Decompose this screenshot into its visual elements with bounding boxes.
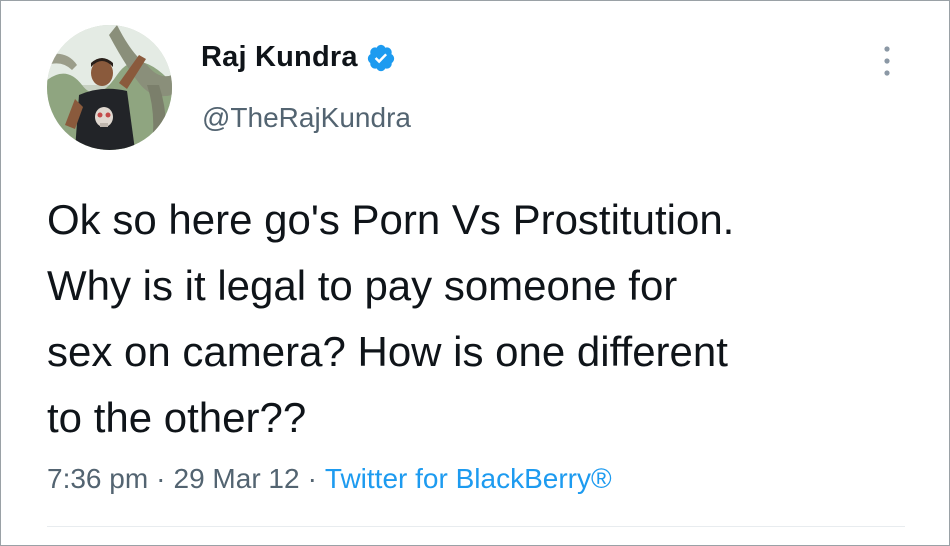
vertical-ellipsis-icon[interactable] (875, 41, 899, 81)
tweet-time[interactable]: 7:36 pm (47, 463, 148, 494)
author-name-row[interactable]: Raj Kundra (201, 41, 396, 74)
display-name[interactable]: Raj Kundra (201, 41, 358, 74)
tweet-metadata: 7:36 pm · 29 Mar 12 · Twitter for BlackBerry… (47, 463, 612, 495)
separator: · (307, 463, 317, 494)
tweet-text-line: sex on camera? How is one different (47, 328, 728, 375)
divider (47, 526, 905, 527)
avatar[interactable] (47, 25, 172, 150)
separator: · (156, 463, 166, 494)
tweet-text-line: Why is it legal to pay someone for (47, 262, 678, 309)
tweet-source-link[interactable]: Twitter for BlackBerry® (325, 463, 612, 494)
tweet-date[interactable]: 29 Mar 12 (174, 463, 300, 494)
profile-photo (47, 25, 172, 150)
author-handle[interactable]: @TheRajKundra (202, 102, 411, 134)
tweet-card: Raj Kundra @TheRajKundra Ok so here go's… (0, 0, 950, 546)
tweet-text-line: to the other?? (47, 394, 307, 441)
verified-badge-icon (366, 43, 396, 73)
tweet-text: Ok so here go's Porn Vs Prostitution. Wh… (47, 187, 917, 451)
tweet-text-line: Ok so here go's Porn Vs Prostitution. (47, 196, 735, 243)
